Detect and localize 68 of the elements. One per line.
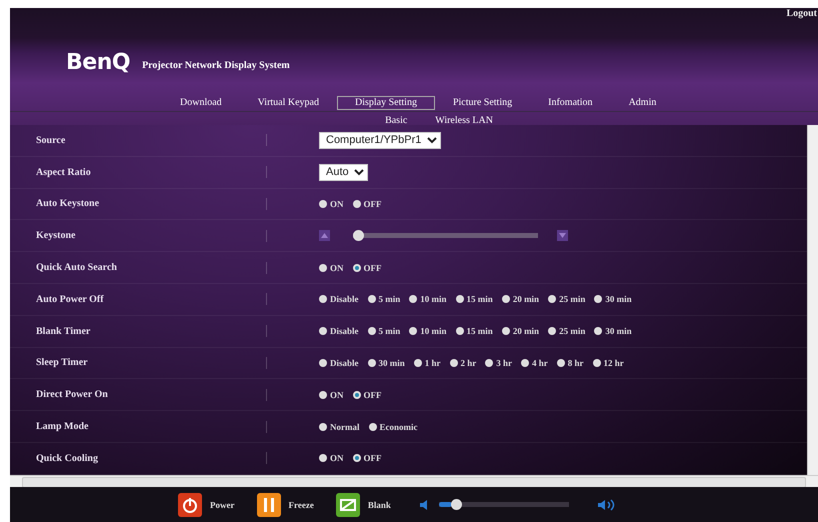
radio-option[interactable]: ON bbox=[319, 390, 344, 400]
radio-option[interactable]: Normal bbox=[319, 422, 360, 432]
setting-label: Quick Cooling bbox=[35, 452, 99, 464]
radio-option[interactable]: 25 min bbox=[548, 294, 586, 304]
dropdown[interactable]: Auto bbox=[319, 164, 368, 181]
app-title: Projector Network Display System bbox=[142, 60, 290, 70]
radio-option[interactable]: 10 min bbox=[409, 326, 447, 336]
radio-option[interactable]: OFF bbox=[352, 453, 382, 464]
logout-link[interactable]: Logout bbox=[785, 8, 818, 22]
volume-low-icon bbox=[418, 498, 429, 510]
subnav-tab[interactable]: Wireless LAN bbox=[435, 114, 493, 126]
radio-option[interactable]: OFF bbox=[352, 262, 382, 273]
radio-option[interactable]: ON bbox=[319, 262, 344, 273]
setting-label: Aspect Ratio bbox=[35, 166, 92, 178]
setting-label: Sleep Timer bbox=[35, 357, 89, 368]
radio-option[interactable]: 20 min bbox=[502, 294, 540, 304]
pause-icon bbox=[256, 492, 280, 516]
setting-label: Quick Auto Search bbox=[35, 262, 118, 274]
radio-option[interactable]: 25 min bbox=[548, 326, 586, 336]
radio-option[interactable]: 30 min bbox=[368, 358, 405, 368]
power-icon bbox=[178, 492, 202, 516]
radio-option[interactable]: 3 hr bbox=[485, 358, 512, 368]
radio-option[interactable]: OFF bbox=[352, 198, 382, 209]
radio-option[interactable]: Disable bbox=[319, 358, 359, 368]
radio-option[interactable]: 2 hr bbox=[450, 358, 476, 368]
radio-option[interactable]: ON bbox=[319, 453, 344, 464]
setting-label: Blank Timer bbox=[35, 326, 92, 337]
nav-tab[interactable]: Download bbox=[162, 96, 240, 110]
radio-option[interactable]: 1 hr bbox=[414, 358, 441, 368]
control-button[interactable]: Power bbox=[178, 492, 234, 516]
radio-option[interactable]: ON bbox=[319, 198, 344, 209]
dropdown[interactable]: Computer1/YPbPr1 bbox=[319, 132, 441, 149]
radio-option[interactable]: OFF bbox=[352, 390, 382, 400]
setting-label: Source bbox=[35, 134, 66, 146]
radio-option[interactable]: 30 min bbox=[594, 294, 632, 304]
down-arrow-icon bbox=[557, 230, 568, 242]
nav-tab[interactable]: Picture Setting bbox=[434, 96, 530, 110]
nav-tab[interactable]: Admin bbox=[610, 96, 674, 110]
setting-label: Auto Keystone bbox=[35, 198, 100, 210]
brand-logo: BenQ bbox=[66, 50, 130, 74]
setting-label: Lamp Mode bbox=[35, 421, 90, 432]
up-arrow-icon bbox=[319, 230, 330, 242]
radio-option[interactable]: 8 hr bbox=[556, 358, 584, 368]
radio-option[interactable]: 5 min bbox=[368, 294, 400, 304]
radio-option[interactable]: Disable bbox=[319, 326, 359, 336]
control-button[interactable]: Freeze bbox=[256, 492, 314, 516]
setting-label: Keystone bbox=[35, 230, 76, 242]
radio-option[interactable]: Disable bbox=[319, 294, 359, 304]
radio-option[interactable]: 30 min bbox=[594, 326, 632, 336]
setting-label: Auto Power Off bbox=[35, 294, 105, 305]
blank-screen-icon bbox=[336, 492, 360, 516]
vertical-scrollbar[interactable] bbox=[807, 125, 818, 475]
radio-option[interactable]: 15 min bbox=[456, 326, 493, 336]
nav-tab[interactable]: Display Setting bbox=[337, 96, 435, 110]
horizontal-scrollbar[interactable] bbox=[22, 477, 806, 488]
radio-option[interactable]: 10 min bbox=[409, 294, 447, 304]
radio-option[interactable]: 4 hr bbox=[521, 358, 548, 368]
nav-tab[interactable]: Infomation bbox=[530, 96, 611, 110]
radio-option[interactable]: 12 hr bbox=[592, 358, 624, 368]
radio-option[interactable]: Economic bbox=[368, 422, 418, 432]
subnav-tab[interactable]: Basic bbox=[385, 114, 408, 126]
control-button[interactable]: Blank bbox=[336, 492, 391, 516]
radio-option[interactable]: 15 min bbox=[456, 294, 493, 304]
radio-option[interactable]: 20 min bbox=[502, 326, 540, 336]
volume-high-icon bbox=[596, 498, 615, 510]
radio-option[interactable]: 5 min bbox=[368, 326, 400, 336]
nav-tab[interactable]: Virtual Keypad bbox=[240, 96, 337, 110]
setting-label: Direct Power On bbox=[35, 389, 109, 400]
